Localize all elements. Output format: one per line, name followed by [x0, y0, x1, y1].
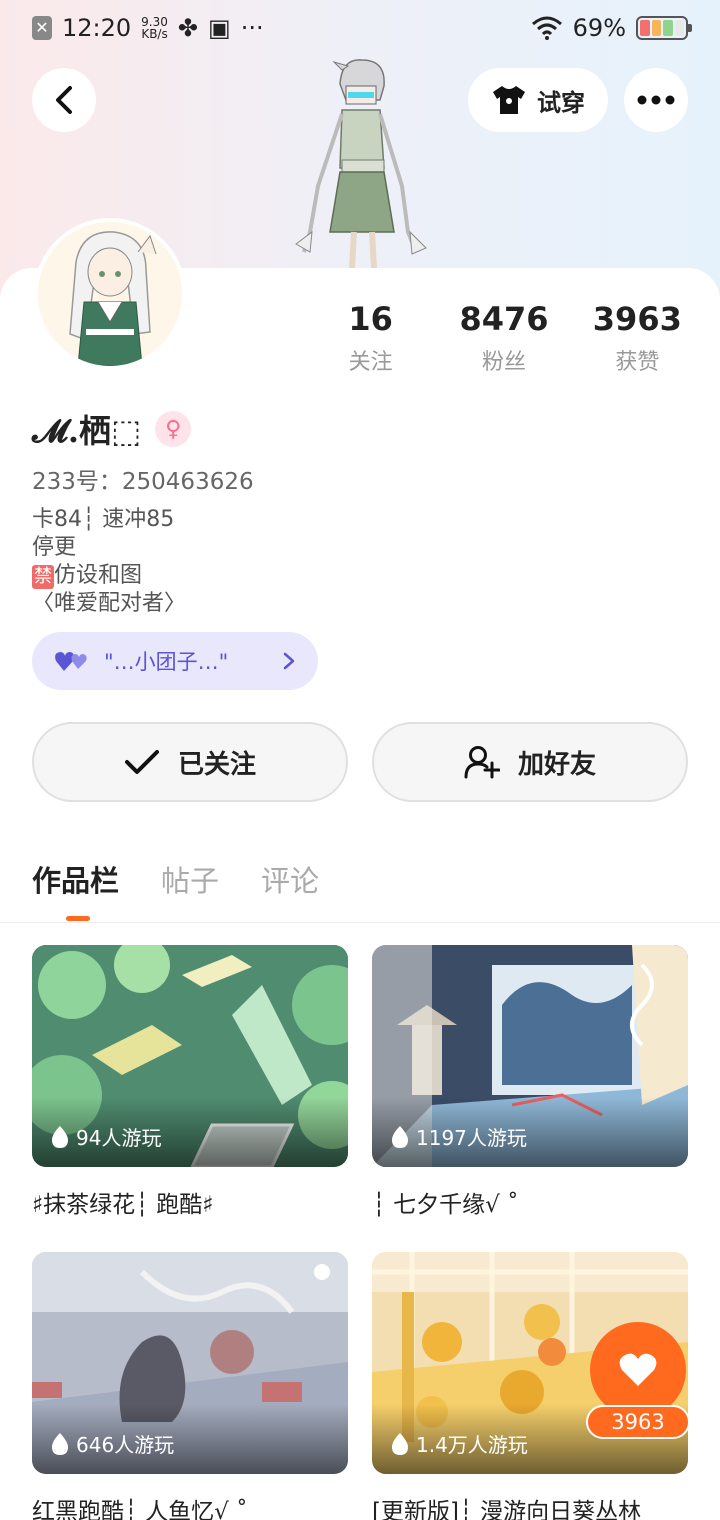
- tab-posts[interactable]: 帖子: [161, 858, 219, 900]
- bio-line: 禁仿设和图: [32, 563, 143, 589]
- likes-count: 3963: [592, 300, 682, 338]
- bio-line: 停更: [32, 535, 77, 560]
- tab-comments[interactable]: 评论: [261, 858, 319, 900]
- try-on-button[interactable]: 试穿: [468, 68, 608, 132]
- likes-label: 获赞: [615, 350, 660, 375]
- flame-icon: [392, 1432, 408, 1455]
- wifi-icon: [531, 16, 562, 40]
- hearts-icon: [55, 652, 87, 671]
- chevron-left-icon: [56, 86, 72, 114]
- work-title: ┆ 七夕千缘√ ˚: [372, 1192, 519, 1218]
- add-user-icon: [464, 746, 500, 779]
- fans-count: 8476: [459, 300, 549, 338]
- try-on-label: 试穿: [537, 88, 585, 117]
- pinwheel-icon: ✤: [177, 14, 198, 42]
- flame-icon: [392, 1125, 408, 1148]
- play-count: 646人游玩: [50, 1429, 174, 1458]
- avatar[interactable]: [34, 218, 186, 370]
- add-friend-button[interactable]: 加好友: [372, 722, 688, 802]
- back-button[interactable]: [32, 68, 96, 132]
- bio: 卡84┆ 速冲85 停更 禁仿设和图 〈唯爱配对者〉: [32, 506, 186, 618]
- following-label: 关注: [348, 350, 393, 375]
- work-thumbnail: 94人游玩: [32, 945, 348, 1167]
- user-id: 233号：250463626: [32, 469, 254, 495]
- status-time: 12:20: [62, 14, 132, 42]
- chevron-right-icon: [283, 652, 295, 670]
- checkmark-icon: [124, 750, 159, 774]
- profile-tabs: 作品栏 帖子 评论: [32, 858, 319, 900]
- video-app-icon: ▣: [208, 14, 231, 42]
- play-count: 1197人游玩: [390, 1122, 527, 1151]
- bio-line: 卡84┆ 速冲85: [32, 507, 175, 532]
- stat-likes[interactable]: 3963 获赞: [571, 300, 704, 376]
- work-card[interactable]: 94人游玩 ♯抹茶绿花┆ 跑酷♯: [32, 945, 348, 1219]
- username-row: 𝓜.栖⬚ ♀: [32, 406, 192, 452]
- more-options-button[interactable]: [624, 68, 688, 132]
- flame-icon: [52, 1432, 68, 1455]
- work-thumbnail: 646人游玩: [32, 1252, 348, 1474]
- profile-stats: 16 关注 8476 粉丝 3963 获赞: [304, 300, 704, 376]
- bio-line: 〈唯爱配对者〉: [32, 591, 187, 616]
- play-count: 1.4万人游玩: [390, 1429, 528, 1458]
- group-chip-label: "…小团子…": [104, 650, 229, 674]
- tshirt-icon: [493, 86, 525, 114]
- active-tab-indicator: [66, 916, 90, 921]
- followed-button[interactable]: 已关注: [32, 722, 348, 802]
- work-title: [更新版]┆ 漫游向日葵丛林: [372, 1499, 642, 1520]
- work-thumbnail: 1197人游玩: [372, 945, 688, 1167]
- avatar-illustration: [38, 222, 182, 366]
- tabs-divider: [0, 922, 720, 923]
- following-count: 16: [348, 300, 393, 338]
- stat-following[interactable]: 16 关注: [304, 300, 437, 376]
- username: 𝓜.栖⬚: [32, 412, 142, 450]
- character-figure: [295, 59, 427, 268]
- like-count-badge: 3963: [586, 1405, 690, 1439]
- stat-fans[interactable]: 8476 粉丝: [437, 300, 570, 376]
- tab-works[interactable]: 作品栏: [32, 858, 119, 900]
- followed-label: 已关注: [177, 749, 256, 780]
- female-gender-icon: ♀: [155, 411, 192, 447]
- add-friend-label: 加好友: [517, 749, 596, 780]
- work-title: ♯抹茶绿花┆ 跑酷♯: [32, 1192, 214, 1218]
- heart-icon: [619, 1353, 657, 1386]
- ban-badge: 禁: [32, 565, 54, 589]
- group-chip[interactable]: "…小团子…": [32, 632, 318, 690]
- fans-label: 粉丝: [481, 350, 526, 375]
- more-dots-icon: [637, 95, 675, 105]
- battery-icon: [636, 16, 692, 40]
- work-card[interactable]: 646人游玩 红黑跑酷┆ 人鱼忆√ ˚: [32, 1252, 348, 1520]
- notification-close-icon: ✕: [32, 16, 52, 40]
- status-more: ···: [240, 14, 264, 42]
- battery-percent: 69%: [572, 14, 626, 42]
- network-speed: 9.30 KB/s: [141, 15, 168, 41]
- status-bar: ✕ 12:20 9.30 KB/s ✤ ▣ ··· 69%: [0, 0, 720, 56]
- flame-icon: [52, 1125, 68, 1148]
- play-count: 94人游玩: [50, 1122, 161, 1151]
- like-button[interactable]: [590, 1322, 686, 1418]
- work-title: 红黑跑酷┆ 人鱼忆√ ˚: [32, 1499, 248, 1520]
- work-card[interactable]: 1197人游玩 ┆ 七夕千缘√ ˚: [372, 945, 688, 1219]
